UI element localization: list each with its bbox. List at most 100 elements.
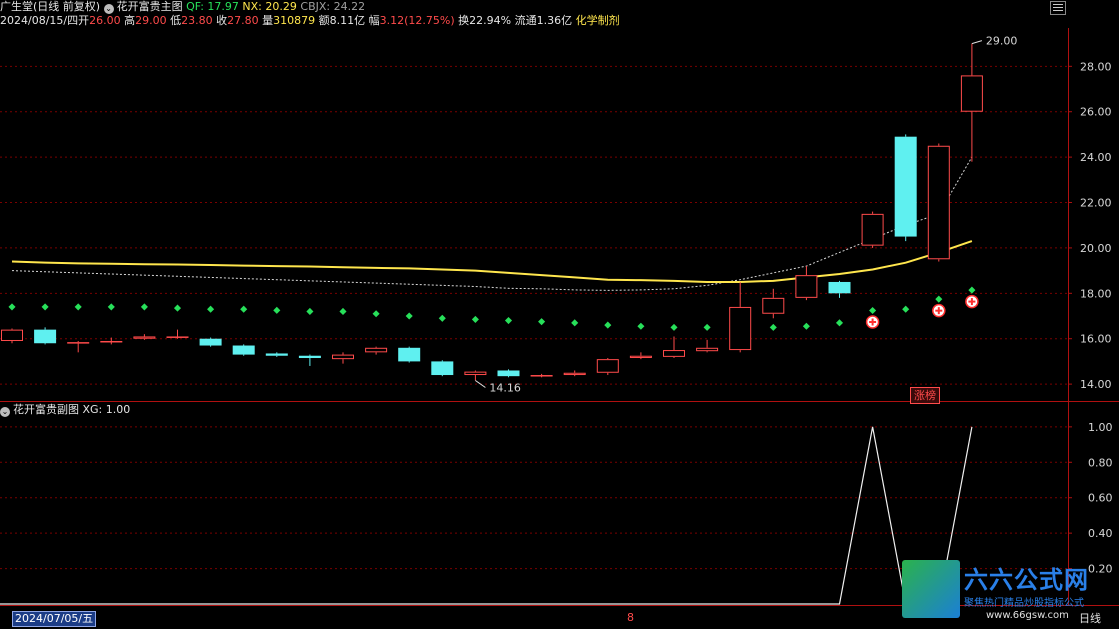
- y-tick-label: 22.00: [1080, 197, 1112, 210]
- green-dot: [207, 305, 215, 313]
- annotation-pointer: [971, 40, 983, 45]
- candle-body: [497, 370, 520, 377]
- candle-body: [365, 347, 388, 353]
- candle-body: [828, 281, 851, 294]
- candle: [67, 340, 90, 353]
- candle-body: [1, 329, 23, 341]
- ma-dashed-line: [11, 156, 973, 291]
- candle-body: [166, 336, 189, 338]
- green-dot: [240, 305, 248, 313]
- candle: [795, 266, 818, 301]
- candle-body: [729, 306, 752, 351]
- y-tick-label: 16.00: [1080, 333, 1112, 346]
- logo-title: 六六公式网: [964, 566, 1089, 594]
- main-y-axis: 14.00 16.00 18.00 20.00 22.00 24.00 26.00 28.00: [1068, 60, 1112, 391]
- green-dot: [902, 305, 910, 313]
- green-dot: [405, 312, 413, 320]
- candle: [596, 358, 619, 376]
- y-tick-label: 14.00: [1080, 378, 1112, 391]
- candle-body: [232, 345, 255, 355]
- candle: [530, 373, 553, 378]
- green-dot: [74, 303, 82, 311]
- candle: [365, 346, 388, 355]
- green-dot: [504, 317, 513, 325]
- candle-body: [100, 340, 123, 343]
- green-dot: [869, 306, 877, 315]
- candle-body: [629, 355, 652, 359]
- candle-body: [861, 213, 884, 246]
- candle: [861, 211, 884, 248]
- logo-subtitle: 聚焦热门精品炒股指标公式: [964, 598, 1084, 609]
- candle-body: [464, 371, 487, 376]
- candle: [729, 281, 752, 353]
- y-tick-label: 26.00: [1080, 106, 1112, 119]
- candle: [265, 352, 288, 357]
- kline-chart[interactable]: 14.00 16.00 18.00 20.00 22.00 24.00 26.00 28.00…: [0, 0, 1119, 629]
- green-dot: [604, 321, 612, 329]
- candle-body: [265, 353, 288, 356]
- candle: [828, 280, 851, 298]
- candle: [629, 352, 652, 360]
- green-dot: [339, 307, 347, 316]
- candle-body: [663, 350, 685, 357]
- buy-markers: [865, 286, 979, 329]
- logo-url: www.66gsw.com: [986, 610, 1069, 621]
- y-tick-label: 0.60: [1088, 492, 1113, 505]
- green-dot: [273, 306, 281, 314]
- green-dot: [670, 323, 678, 331]
- y-tick-label: 20.00: [1080, 242, 1112, 255]
- candle-body: [894, 136, 917, 237]
- candle-body: [596, 359, 619, 373]
- green-dot: [538, 318, 546, 326]
- y-tick-label: 1.00: [1088, 421, 1113, 434]
- y-tick-label: 0.40: [1088, 527, 1113, 540]
- candle: [298, 354, 321, 366]
- candle-body: [762, 297, 785, 314]
- candle: [927, 143, 950, 262]
- chart-frame: [0, 28, 1119, 606]
- candle: [1, 328, 23, 344]
- zhangbang-badge[interactable]: 涨榜: [910, 387, 940, 404]
- annotation-label: 29.00: [986, 35, 1018, 48]
- candle-body: [298, 355, 321, 359]
- candles: [1, 43, 983, 381]
- green-dot: [173, 304, 182, 312]
- y-tick-label: 18.00: [1080, 287, 1112, 300]
- ma-lines: [11, 156, 973, 291]
- green-dot: [140, 303, 148, 311]
- green-dot: [41, 303, 49, 311]
- candle: [464, 370, 487, 381]
- candle-body: [927, 145, 950, 260]
- candle-body: [960, 75, 983, 112]
- green-dot: [968, 286, 976, 294]
- candle-body: [696, 347, 719, 352]
- candle: [166, 329, 189, 339]
- candle: [232, 344, 255, 356]
- y-tick-label: 24.00: [1080, 151, 1112, 164]
- site-logo: 六六公式网 聚焦热门精品炒股指标公式 www.66gsw.com: [902, 560, 1116, 624]
- candle-body: [563, 372, 586, 376]
- candle: [199, 337, 222, 347]
- candle: [960, 43, 983, 162]
- candle: [100, 337, 123, 345]
- green-dot: [107, 303, 115, 311]
- annotation-label: 14.16: [489, 381, 521, 394]
- candle-body: [332, 354, 354, 360]
- green-dot: [8, 303, 16, 311]
- green-dot: [703, 323, 711, 331]
- xg-line: [0, 426, 973, 605]
- candle-body: [530, 375, 553, 377]
- green-dot: [935, 295, 943, 303]
- candle: [696, 339, 719, 353]
- candle: [431, 360, 454, 377]
- green-dot: [571, 319, 579, 327]
- green-dot: [372, 310, 380, 318]
- month-marker: 8: [627, 611, 634, 624]
- candle-body: [199, 338, 222, 346]
- candle-body: [795, 275, 818, 298]
- green-dot: [769, 323, 777, 331]
- y-tick-label: 0.80: [1088, 456, 1113, 469]
- candle: [663, 336, 685, 359]
- green-dot: [637, 322, 645, 330]
- candle-body: [67, 342, 90, 344]
